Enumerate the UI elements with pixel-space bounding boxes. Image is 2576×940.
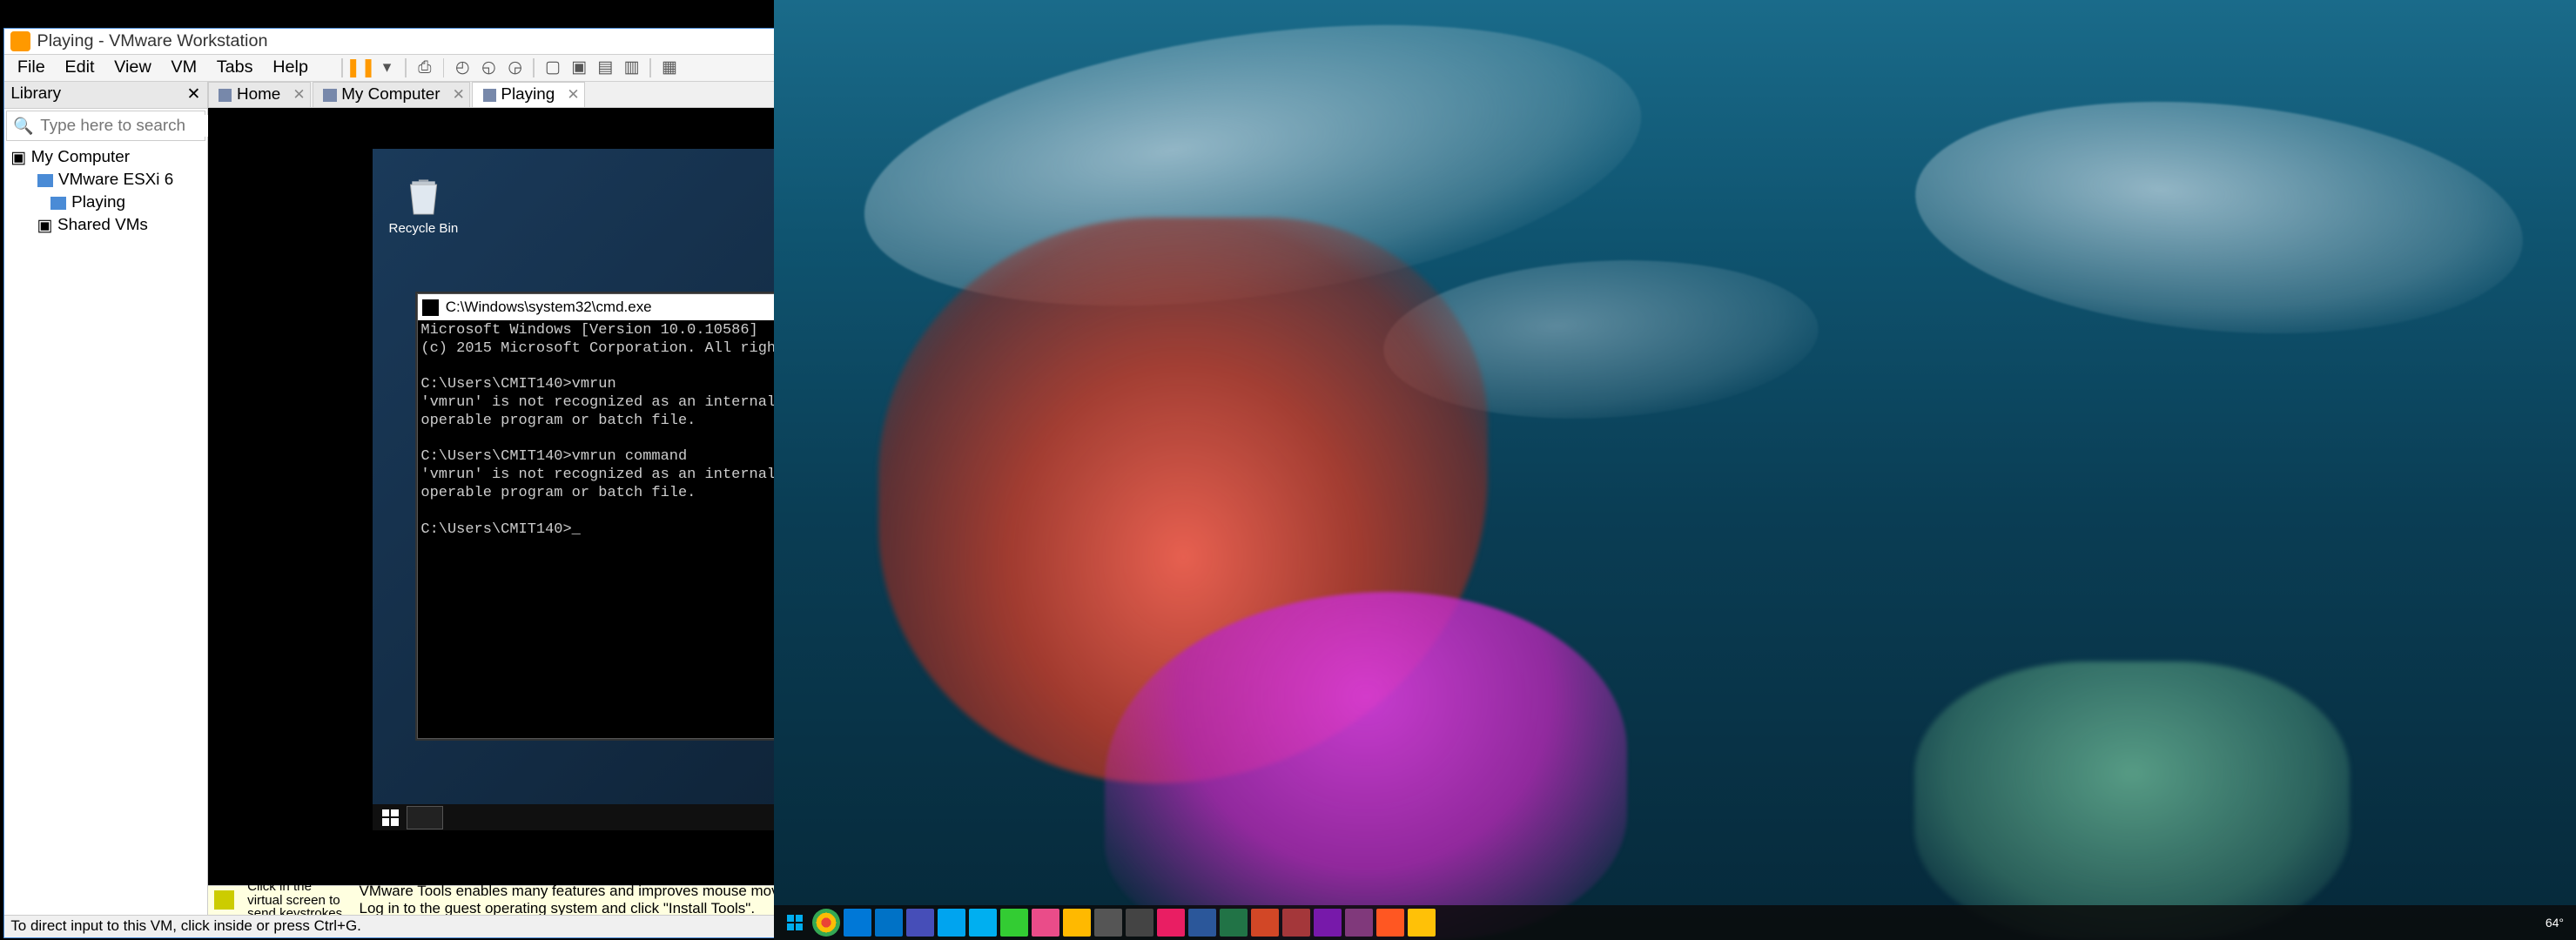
outlook-icon[interactable]	[875, 909, 903, 937]
access-icon[interactable]	[1282, 909, 1310, 937]
tab-close-icon[interactable]: ✕	[293, 86, 305, 104]
home-icon	[219, 89, 232, 102]
skype-icon[interactable]	[969, 909, 997, 937]
info-icon	[214, 890, 234, 910]
edge-icon[interactable]	[844, 909, 871, 937]
sidebar-close-icon[interactable]: ✕	[187, 84, 201, 104]
cmd-icon	[422, 299, 439, 316]
menu-tabs[interactable]: Tabs	[206, 57, 262, 77]
snapshot-manage-icon[interactable]: ◶	[503, 57, 526, 79]
menu-vm[interactable]: VM	[161, 57, 206, 77]
tab-close-icon[interactable]: ✕	[567, 86, 579, 104]
host-tray[interactable]: 64°	[2546, 916, 2571, 930]
recycle-bin[interactable]: Recycle Bin	[389, 171, 459, 236]
tab-close-icon[interactable]: ✕	[453, 86, 465, 104]
toolbar: ❚❚ ▾ ⎙ ◴ ◵ ◶ ▢ ▣ ▤ ▥ ▦	[338, 57, 681, 79]
onenote-icon[interactable]	[1314, 909, 1342, 937]
computer-icon	[323, 89, 336, 102]
app-icon-4[interactable]	[1157, 909, 1185, 937]
host-taskbar[interactable]: 64°	[774, 905, 2576, 940]
tree-item-playing[interactable]: Playing	[8, 191, 205, 214]
tab-mycomputer[interactable]: My Computer✕	[313, 82, 470, 106]
view-single-icon[interactable]: ▢	[541, 57, 564, 79]
vm-tree: ▣My Computer VMware ESXi 6 Playing ▣Shar…	[4, 143, 207, 241]
vmware-icon	[10, 31, 30, 51]
pause-button[interactable]: ❚❚	[349, 57, 372, 79]
cloud-icon[interactable]	[938, 909, 965, 937]
tree-item-shared[interactable]: ▣Shared VMs	[8, 214, 205, 238]
menu-help[interactable]: Help	[263, 57, 318, 77]
search-icon: 🔍	[13, 116, 34, 137]
library-header: Library✕	[4, 82, 207, 110]
view-fullscreen-icon[interactable]: ▣	[568, 57, 590, 79]
calculator-icon[interactable]	[1094, 909, 1122, 937]
status-text: To direct input to this VM, click inside…	[10, 917, 361, 935]
powerpoint-icon[interactable]	[1251, 909, 1279, 937]
teams-icon[interactable]	[906, 909, 934, 937]
app-icon-6[interactable]	[1408, 909, 1436, 937]
vm-icon	[483, 89, 496, 102]
host-secondary-monitor[interactable]: 64°	[774, 0, 2576, 940]
tree-root[interactable]: ▣My Computer	[8, 146, 205, 170]
tree-item-esxi[interactable]: VMware ESXi 6	[8, 170, 205, 192]
snapshot-revert-icon[interactable]: ◵	[477, 57, 500, 79]
recycle-bin-label: Recycle Bin	[389, 221, 459, 236]
app-icon-1[interactable]	[1032, 909, 1059, 937]
word-icon[interactable]	[1188, 909, 1216, 937]
publisher-icon[interactable]	[1345, 909, 1373, 937]
desktop-wallpaper	[774, 0, 2576, 940]
view-console-icon[interactable]: ▥	[620, 57, 642, 79]
app-icon-3[interactable]	[1126, 909, 1153, 937]
snapshot-take-icon[interactable]: ◴	[451, 57, 474, 79]
menu-file[interactable]: File	[8, 57, 56, 77]
app-icon-5[interactable]	[1376, 909, 1404, 937]
tab-home[interactable]: Home✕	[208, 82, 311, 106]
menu-view[interactable]: View	[104, 57, 161, 77]
host-start-button[interactable]	[781, 909, 809, 937]
view-unity-icon[interactable]: ▤	[594, 57, 616, 79]
library-sidebar: Library✕ 🔍 ▾ ▣My Computer VMware ESXi 6 …	[4, 82, 208, 915]
chrome-icon[interactable]	[812, 909, 840, 937]
tab-playing[interactable]: Playing✕	[472, 82, 585, 106]
guest-task-cmd[interactable]	[407, 806, 443, 829]
search-box[interactable]: 🔍 ▾	[6, 111, 205, 141]
guest-start-button[interactable]	[379, 806, 401, 829]
dev-icon[interactable]	[1000, 909, 1028, 937]
snapshot-button[interactable]: ⎙	[414, 57, 436, 79]
view-thumbnails-icon[interactable]: ▦	[658, 57, 681, 79]
excel-icon[interactable]	[1220, 909, 1248, 937]
host-weather-temp[interactable]: 64°	[2546, 916, 2564, 930]
app-icon-2[interactable]	[1063, 909, 1091, 937]
recycle-bin-icon	[402, 171, 445, 218]
power-dropdown[interactable]: ▾	[375, 57, 398, 79]
menu-edit[interactable]: Edit	[55, 57, 104, 77]
